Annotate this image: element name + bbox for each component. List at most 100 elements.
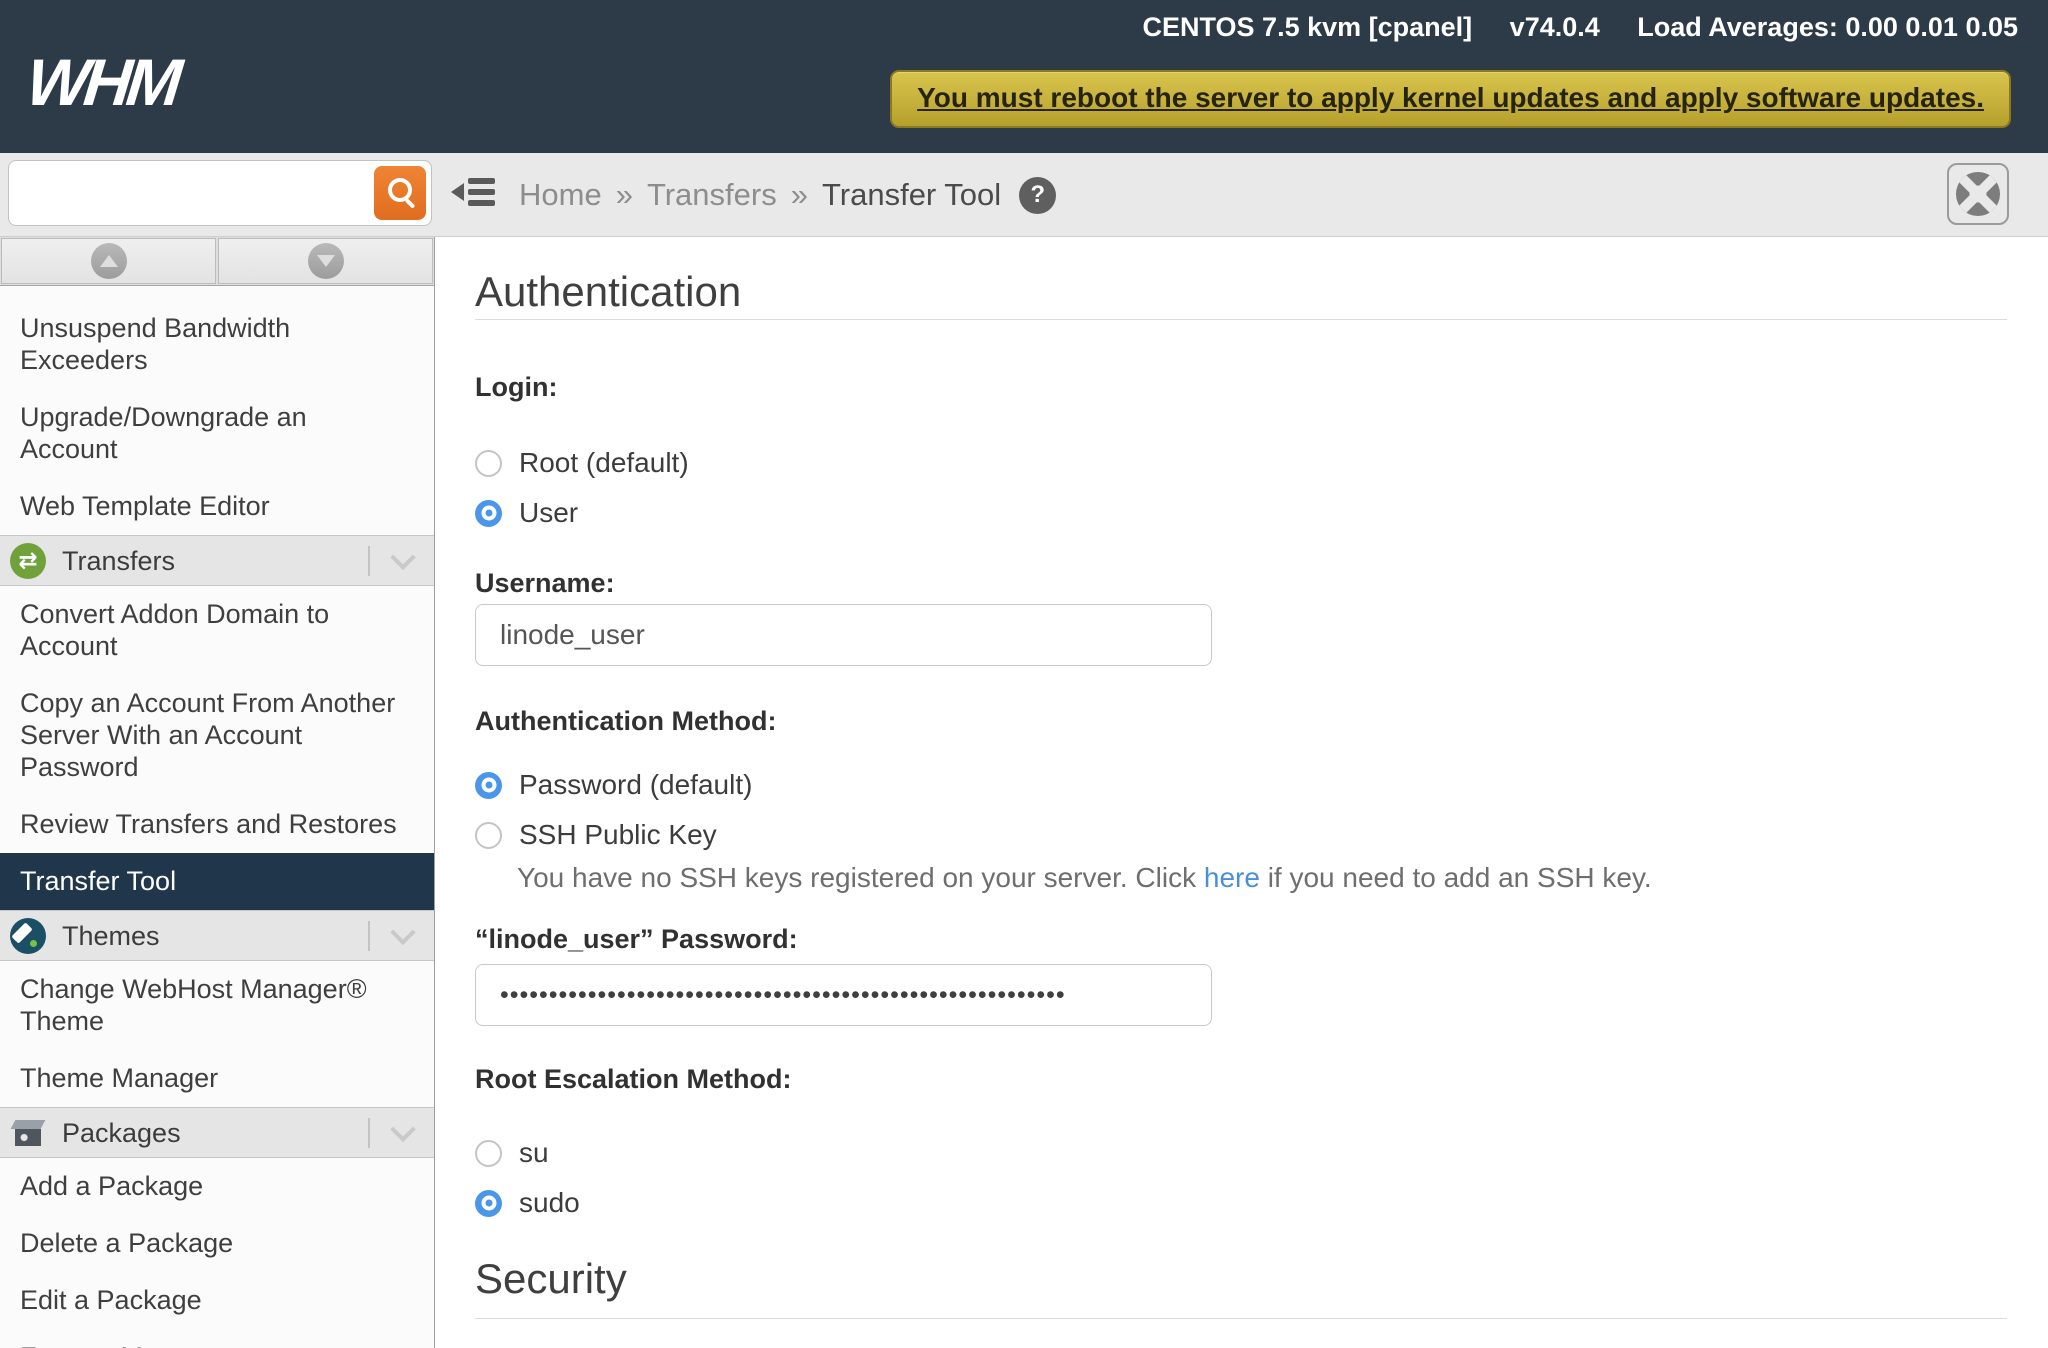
- sidebar-item-label: Transfers: [62, 545, 175, 577]
- sidebar-item-themes[interactable]: Themes: [0, 910, 434, 961]
- radio-label[interactable]: Root (default): [519, 447, 689, 479]
- breadcrumb-separator: »: [616, 177, 633, 213]
- section-title-authentication: Authentication: [475, 270, 2007, 320]
- escalation-label: Root Escalation Method:: [475, 1064, 2007, 1094]
- divider: [368, 921, 370, 951]
- radio-label[interactable]: SSH Public Key: [519, 819, 717, 851]
- login-root-radio[interactable]: [475, 450, 502, 477]
- username-input[interactable]: [475, 604, 1212, 666]
- search-input[interactable]: [19, 163, 363, 223]
- auth-password-radio[interactable]: [475, 772, 502, 799]
- sidebar-scroll-controls: [0, 237, 434, 286]
- divider: [368, 546, 370, 576]
- collapse-sidebar-icon[interactable]: [451, 178, 495, 206]
- ssh-key-here-link[interactable]: here: [1204, 862, 1260, 893]
- section-title-security: Security: [475, 1256, 2007, 1319]
- login-option-user: User: [475, 488, 2007, 538]
- sidebar-item-web-template-editor[interactable]: Web Template Editor: [0, 478, 434, 535]
- sidebar-item-label: Add a Package: [20, 1171, 203, 1201]
- sidebar-item-upgrade-downgrade-an-account[interactable]: Upgrade/Downgrade an Account: [0, 389, 434, 478]
- whm-page: WHM CENTOS 7.5 kvm [cpanel] v74.0.4 Load…: [0, 0, 2048, 1348]
- sidebar-item-label: Change WebHost Manager® Theme: [20, 974, 367, 1036]
- support-button[interactable]: [1947, 163, 2009, 225]
- help-icon[interactable]: ?: [1019, 177, 1056, 214]
- sidebar-scroll-up-button[interactable]: [1, 238, 216, 284]
- ssh-note-text: if you need to add an SSH key.: [1260, 862, 1652, 893]
- sidebar: Unsuspend Bandwidth Exceeders Upgrade/Do…: [0, 237, 435, 1348]
- escalation-radio-group: su sudo: [475, 1128, 2007, 1228]
- sidebar-item-review-transfers-and-restores[interactable]: Review Transfers and Restores: [0, 796, 434, 853]
- login-radio-group: Root (default) User: [475, 438, 2007, 538]
- sidebar-item-label: Upgrade/Downgrade an Account: [20, 402, 307, 464]
- server-os: CENTOS 7.5 kvm [cpanel]: [1143, 12, 1473, 42]
- sidebar-scroll-down-button[interactable]: [218, 238, 433, 284]
- sidebar-item-transfer-tool[interactable]: Transfer Tool: [0, 853, 434, 910]
- sidebar-item-label: Delete a Package: [20, 1228, 233, 1258]
- escalation-su-radio[interactable]: [475, 1140, 502, 1167]
- chevron-down-icon[interactable]: [390, 544, 415, 569]
- search-button[interactable]: [374, 166, 426, 220]
- server-version: v74.0.4: [1510, 12, 1600, 42]
- sidebar-item-label: Convert Addon Domain to Account: [20, 599, 329, 661]
- chevron-down-icon[interactable]: [390, 1116, 415, 1141]
- escalation-option-sudo: sudo: [475, 1178, 2007, 1228]
- whm-logo[interactable]: WHM: [23, 44, 181, 120]
- sidebar-item-convert-addon-domain-to-account[interactable]: Convert Addon Domain to Account: [0, 586, 434, 675]
- arrow-down-icon: [317, 255, 335, 267]
- auth-option-sshkey: SSH Public Key: [475, 810, 2007, 860]
- escalation-sudo-radio[interactable]: [475, 1190, 502, 1217]
- reboot-warning-banner[interactable]: You must reboot the server to apply kern…: [890, 70, 2011, 128]
- ssh-key-note: You have no SSH keys registered on your …: [517, 860, 2007, 896]
- sidebar-item-label: Unsuspend Bandwidth Exceeders: [20, 313, 290, 375]
- login-option-root: Root (default): [475, 438, 2007, 488]
- hamburger-icon: [468, 178, 495, 206]
- password-input[interactable]: [475, 964, 1212, 1026]
- ssh-note-text: You have no SSH keys registered on your …: [517, 862, 1204, 893]
- chevron-down-icon[interactable]: [390, 919, 415, 944]
- auth-sshkey-radio[interactable]: [475, 822, 502, 849]
- themes-icon: [10, 918, 46, 954]
- sidebar-item-label: Themes: [62, 920, 160, 952]
- login-user-radio[interactable]: [475, 500, 502, 527]
- search-box: [8, 160, 432, 226]
- escalation-option-su: su: [475, 1128, 2007, 1178]
- breadcrumb-transfers[interactable]: Transfers: [647, 177, 777, 213]
- sidebar-item-add-a-package[interactable]: Add a Package: [0, 1158, 434, 1215]
- sidebar-item-label: Theme Manager: [20, 1063, 218, 1093]
- sidebar-item-transfers[interactable]: Transfers: [0, 535, 434, 586]
- server-info: CENTOS 7.5 kvm [cpanel] v74.0.4 Load Ave…: [1143, 12, 2018, 43]
- sidebar-item-theme-manager[interactable]: Theme Manager: [0, 1050, 434, 1107]
- sidebar-item-label: Web Template Editor: [20, 491, 270, 521]
- arrow-left-icon: [451, 183, 464, 201]
- sidebar-item-copy-an-account-from-another-server-with-an-account-password[interactable]: Copy an Account From Another Server With…: [0, 675, 434, 796]
- sidebar-item-label: Edit a Package: [20, 1285, 202, 1315]
- sidebar-item-edit-a-package[interactable]: Edit a Package: [0, 1272, 434, 1329]
- sidebar-item-delete-a-package[interactable]: Delete a Package: [0, 1215, 434, 1272]
- sidebar-item-label: Packages: [62, 1117, 181, 1149]
- sidebar-item-change-webhost-manager-theme[interactable]: Change WebHost Manager® Theme: [0, 961, 434, 1050]
- breadcrumb-current: Transfer Tool: [822, 177, 1001, 213]
- breadcrumb-home[interactable]: Home: [519, 177, 602, 213]
- sidebar-item-label: Transfer Tool: [20, 866, 176, 896]
- sidebar-item-unsuspend-bandwidth-exceeders[interactable]: Unsuspend Bandwidth Exceeders: [0, 300, 434, 389]
- auth-option-password: Password (default): [475, 760, 2007, 810]
- sidebar-item-feature-manager[interactable]: Feature Manager: [0, 1329, 434, 1348]
- radio-label[interactable]: User: [519, 497, 578, 529]
- radio-label[interactable]: su: [519, 1137, 549, 1169]
- top-header: WHM CENTOS 7.5 kvm [cpanel] v74.0.4 Load…: [0, 0, 2048, 153]
- radio-label[interactable]: sudo: [519, 1187, 580, 1219]
- auth-method-radio-group: Password (default) SSH Public Key: [475, 760, 2007, 860]
- arrow-up-icon: [100, 255, 118, 267]
- sidebar-item-label: Review Transfers and Restores: [20, 809, 397, 839]
- radio-label[interactable]: Password (default): [519, 769, 752, 801]
- sidebar-item-label: Feature Manager: [20, 1342, 227, 1348]
- password-label: “linode_user” Password:: [475, 922, 2007, 956]
- main-content: Authentication Login: Root (default) Use…: [436, 237, 2048, 1348]
- sidebar-item-label: Copy an Account From Another Server With…: [20, 688, 395, 782]
- packages-icon: [10, 1115, 46, 1151]
- toolbar: Home » Transfers » Transfer Tool ?: [0, 153, 2048, 237]
- transfers-icon: [10, 543, 46, 579]
- sidebar-item-packages[interactable]: Packages: [0, 1107, 434, 1158]
- search-icon: [388, 178, 412, 202]
- sidebar-menu: Unsuspend Bandwidth Exceeders Upgrade/Do…: [0, 286, 434, 1348]
